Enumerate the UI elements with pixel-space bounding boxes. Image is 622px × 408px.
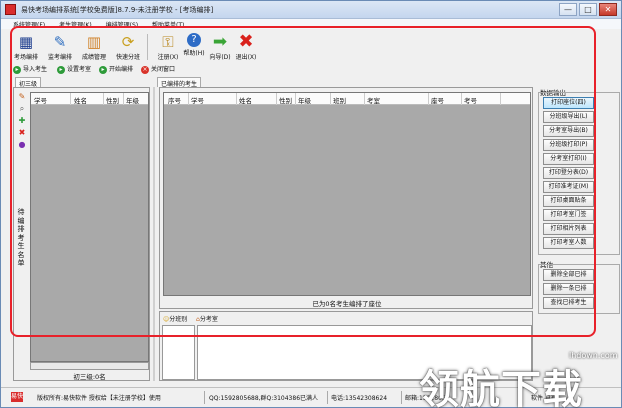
window-title: 易快考场编排系统[学校免费版]8.7.9-未注册学校 - [考场编排] (21, 6, 214, 14)
minimize-button[interactable]: — (559, 3, 577, 16)
grade-count-label: 初三级:0名 (73, 373, 106, 381)
horizontal-scrollbar[interactable] (30, 362, 149, 370)
watermark-site: lhdown.com (569, 351, 618, 360)
app-window: 易快考场编排系统[学校免费版]8.7.9-未注册学校 - [考场编排] — □ … (0, 0, 622, 408)
status-qq: QQ:1592805688,群Q:3104386已满人 (209, 395, 319, 402)
maximize-button[interactable]: □ (579, 3, 597, 16)
highlight-outline (10, 26, 596, 337)
status-phone: 电话:13542308624 (331, 395, 388, 402)
status-copyright: 版权所有:易快软件 授权给【未注册学校】使用 (37, 395, 161, 402)
watermark-text: 领航下载 (419, 367, 583, 408)
app-logo-icon (5, 4, 16, 15)
title-bar[interactable]: 易快考场编排系统[学校免费版]8.7.9-未注册学校 - [考场编排] — □ … (1, 1, 621, 19)
watermark: 领航下载 lhdown.com (419, 351, 622, 408)
status-logo-icon: 易快 (11, 392, 24, 402)
close-button[interactable]: ✕ (599, 3, 617, 16)
